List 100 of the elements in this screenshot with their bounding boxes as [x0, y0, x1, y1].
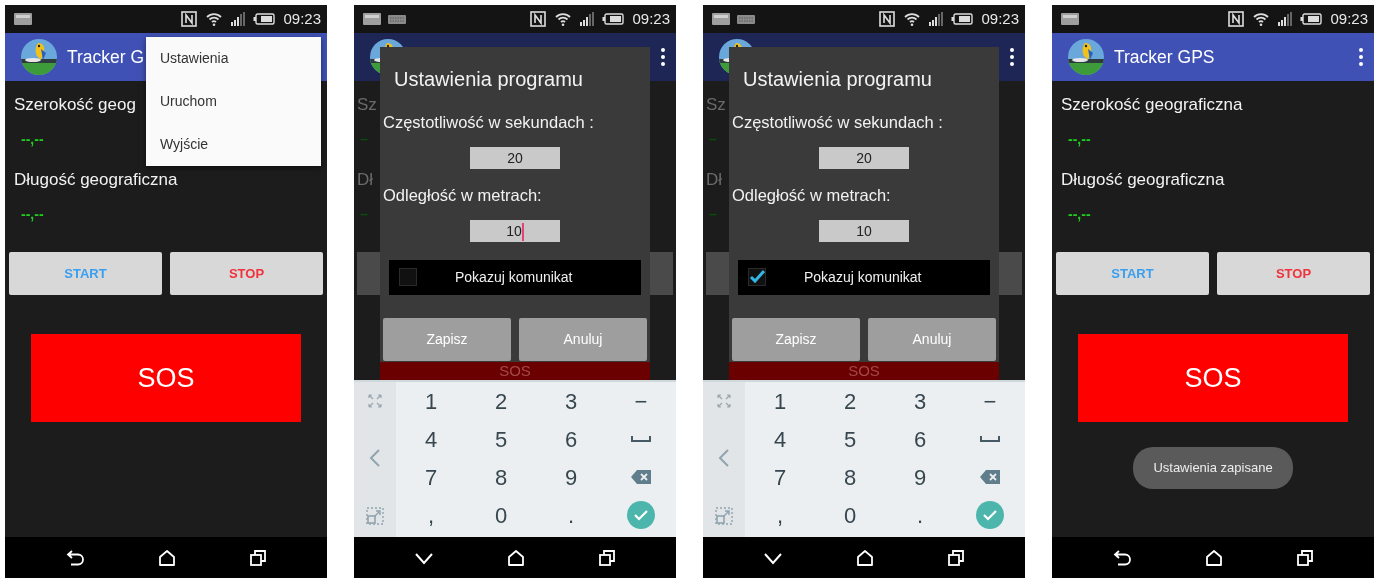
coordinate-value: --,--: [21, 205, 44, 224]
key[interactable]: 8: [494, 460, 508, 494]
button-edge: [650, 252, 673, 295]
status-time: 09:23: [1330, 8, 1368, 29]
nfc-icon: [1228, 11, 1245, 27]
field-label: Częstotliwość w sekundach :: [732, 112, 944, 133]
key[interactable]: 4: [773, 422, 787, 456]
space-icon[interactable]: [979, 434, 1001, 444]
toast-message: Ustawienia zapisane: [1133, 447, 1293, 489]
key[interactable]: −: [634, 384, 648, 418]
home-icon[interactable]: [856, 548, 874, 567]
overflow-menu-icon[interactable]: [1009, 47, 1015, 67]
key[interactable]: 0: [843, 498, 857, 532]
key[interactable]: 2: [843, 384, 857, 418]
nfc-icon: [181, 11, 198, 27]
backspace-icon[interactable]: [979, 469, 1001, 485]
key[interactable]: 3: [913, 384, 927, 418]
dialog-title: Ustawienia programu: [394, 67, 584, 92]
signal-icon: [580, 12, 595, 26]
nfc-icon: [879, 11, 896, 27]
field-label: Odległość w metrach:: [732, 184, 892, 206]
key[interactable]: 5: [843, 422, 857, 456]
recents-icon[interactable]: [1295, 548, 1314, 567]
field-label: Dł: [706, 169, 723, 191]
coordinate-value: --,--: [1068, 130, 1091, 149]
key[interactable]: 9: [564, 460, 578, 494]
wifi-icon: [554, 11, 573, 27]
home-icon[interactable]: [1205, 548, 1223, 567]
key[interactable]: 1: [424, 384, 438, 418]
input-field[interactable]: 10: [470, 219, 560, 242]
key[interactable]: .: [567, 498, 575, 532]
sos-button[interactable]: SOS: [31, 334, 301, 422]
key[interactable]: 8: [843, 460, 857, 494]
field-label: Sz: [357, 94, 377, 116]
coordinate-value: –: [709, 130, 717, 149]
coordinate-value: –: [360, 130, 368, 149]
signal-icon: [1278, 12, 1293, 26]
home-icon[interactable]: [158, 548, 176, 567]
battery-icon: [1300, 13, 1323, 25]
key[interactable]: 2: [494, 384, 508, 418]
back-icon[interactable]: [1112, 548, 1133, 567]
sos-button[interactable]: SOS: [1078, 334, 1348, 422]
input-field[interactable]: 10: [819, 219, 909, 242]
battery-icon: [602, 13, 625, 25]
field-label: Szerokość geog: [14, 94, 136, 116]
signal-icon: [929, 12, 944, 26]
input-field[interactable]: 20: [470, 146, 560, 169]
menu-item[interactable]: Wyjście: [146, 123, 321, 166]
field-label: Dł: [357, 169, 374, 191]
home-icon[interactable]: [507, 548, 525, 567]
key[interactable]: .: [916, 498, 924, 532]
key[interactable]: 6: [913, 422, 927, 456]
app-title: Tracker G: [67, 45, 145, 69]
status-time: 09:23: [283, 8, 321, 29]
space-icon[interactable]: [630, 434, 652, 444]
key[interactable]: 3: [564, 384, 578, 418]
checkbox[interactable]: [748, 268, 766, 286]
backspace-icon[interactable]: [630, 469, 652, 485]
overflow-menu-icon[interactable]: [1358, 47, 1364, 67]
field-label: Szerokość geograficzna: [1061, 94, 1243, 116]
field-label: Długość geograficzna: [1061, 169, 1225, 191]
recents-icon[interactable]: [248, 548, 267, 567]
key[interactable]: 7: [424, 460, 438, 494]
key[interactable]: 6: [564, 422, 578, 456]
dialog-title: Ustawienia programu: [743, 67, 933, 92]
back-icon[interactable]: [65, 548, 86, 567]
button-edge: [357, 252, 380, 295]
menu-item[interactable]: Ustawienia: [146, 37, 321, 80]
app-title: Tracker GPS: [1114, 45, 1215, 69]
input-field[interactable]: 20: [819, 146, 909, 169]
field-label: Częstotliwość w sekundach :: [383, 112, 595, 133]
coordinate-value: –: [360, 205, 368, 224]
key[interactable]: ,: [776, 498, 784, 532]
nfc-icon: [530, 11, 547, 27]
wifi-icon: [205, 11, 224, 27]
key[interactable]: 4: [424, 422, 438, 456]
field-label: Odległość w metrach:: [383, 184, 543, 206]
key[interactable]: 9: [913, 460, 927, 494]
keyboard-icon: [737, 13, 755, 25]
wifi-icon: [1252, 11, 1271, 27]
coordinate-value: --,--: [21, 130, 44, 149]
coordinate-value: –: [709, 205, 717, 224]
recents-icon[interactable]: [597, 548, 616, 567]
key[interactable]: −: [983, 384, 997, 418]
recents-icon[interactable]: [946, 548, 965, 567]
key[interactable]: 5: [494, 422, 508, 456]
key[interactable]: ,: [427, 498, 435, 532]
key[interactable]: 1: [773, 384, 787, 418]
button-edge: [999, 252, 1022, 295]
overflow-menu-icon[interactable]: [660, 47, 666, 67]
coordinate-value: --,--: [1068, 205, 1091, 224]
signal-icon: [231, 12, 246, 26]
keyboard-icon: [388, 13, 406, 25]
battery-icon: [951, 13, 974, 25]
checkbox[interactable]: [399, 268, 417, 286]
menu-item[interactable]: Uruchom: [146, 80, 321, 123]
key[interactable]: 7: [773, 460, 787, 494]
field-label: Sz: [706, 94, 726, 116]
key[interactable]: 0: [494, 498, 508, 532]
wifi-icon: [903, 11, 922, 27]
